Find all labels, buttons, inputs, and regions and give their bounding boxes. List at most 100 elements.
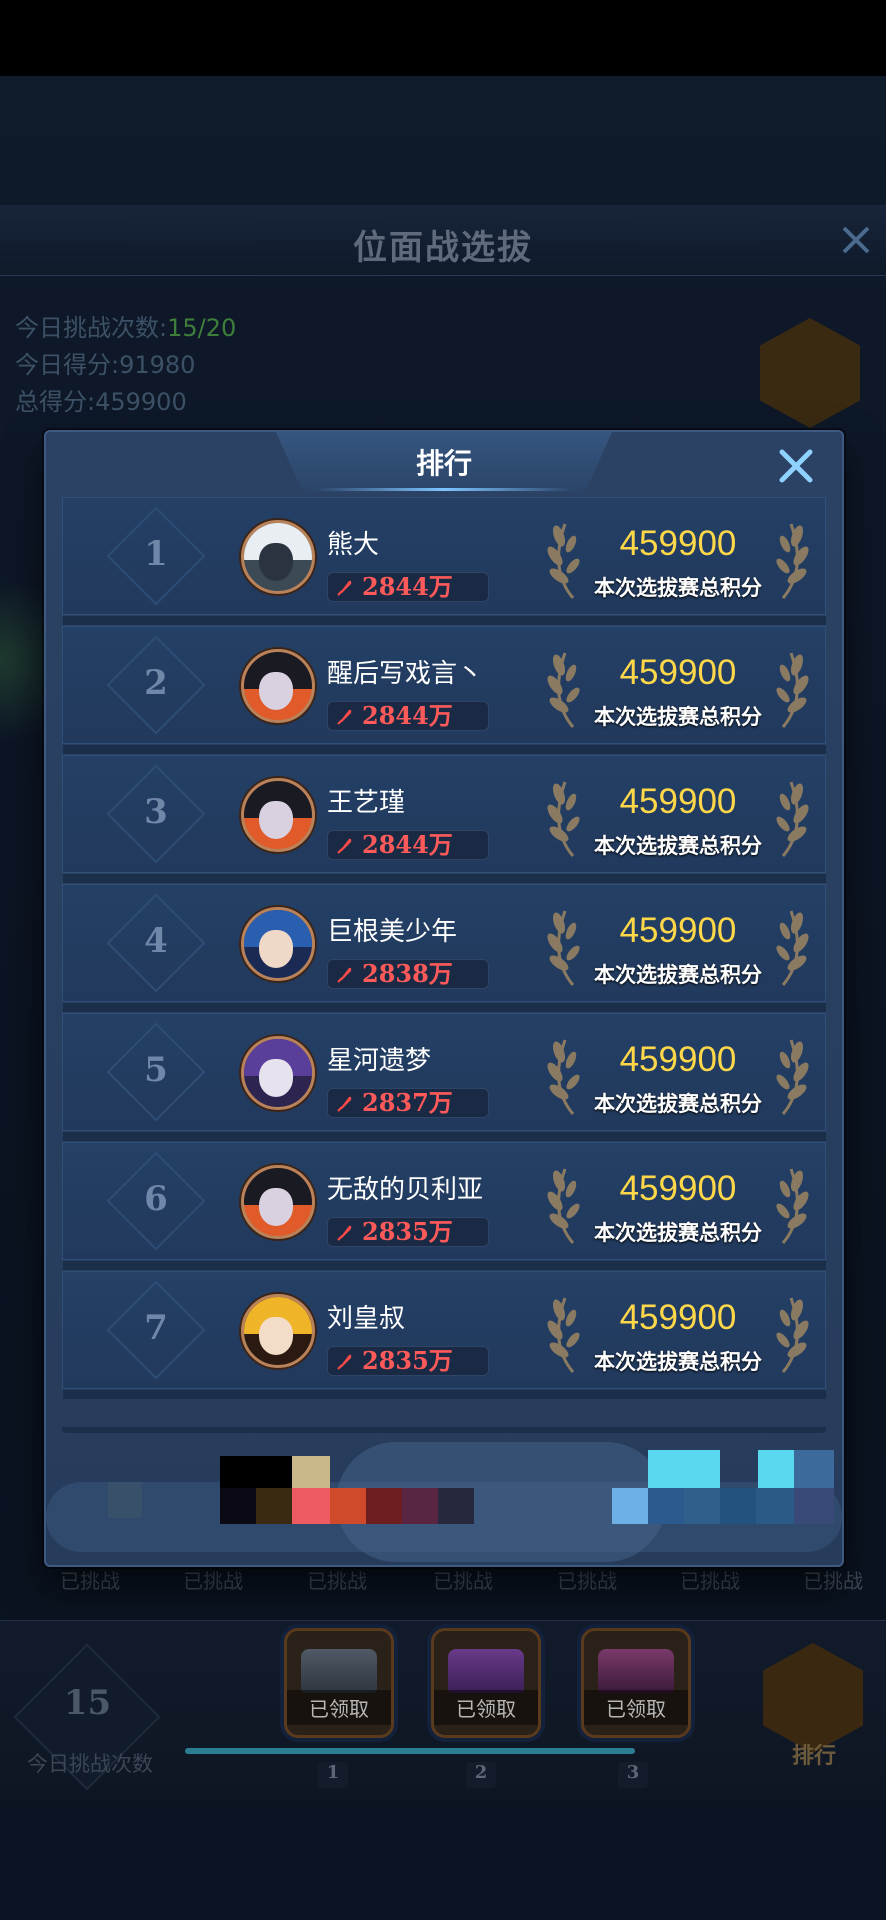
rank-row[interactable]: 7 刘皇叔 2835万 459900 本次选拔赛总积分 [62, 1271, 826, 1399]
score-value: 459900 [619, 524, 737, 563]
reward-chest-1[interactable]: 已领取 [284, 1628, 394, 1738]
player-name: 醒后写戏言丶 [327, 659, 484, 689]
player-name: 巨根美少年 [327, 917, 458, 947]
power-badge: 2844万 [327, 830, 489, 860]
score-label: 本次选拔赛总积分 [594, 962, 762, 987]
close-icon[interactable] [776, 446, 816, 486]
modal-title: 排行 [415, 447, 472, 480]
censor-pixel [330, 1488, 366, 1524]
rank-number: 4 [144, 921, 168, 961]
censor-pixel [720, 1488, 756, 1524]
censor-pixel [438, 1488, 474, 1524]
rank-row[interactable]: 4 巨根美少年 2838万 459900 本次选拔赛总积分 [62, 884, 826, 1012]
ranking-modal: 排行 1 熊大 2844万 459900 本次选拔赛总积分 2 醒后写戏言丶 2… [44, 430, 844, 1567]
daily-count-label: 今日挑战次数 [27, 1752, 153, 1776]
chest-status: 已领取 [584, 1690, 688, 1725]
rank-row[interactable]: 3 王艺瑾 2844万 459900 本次选拔赛总积分 [62, 755, 826, 883]
censor-pixel [220, 1456, 292, 1488]
reward-chest-3[interactable]: 已领取 [581, 1628, 691, 1738]
stat-today-score: 今日得分:91980 [15, 351, 196, 379]
score-value: 459900 [619, 911, 737, 950]
censor-pixel [108, 1482, 142, 1518]
score-value: 459900 [619, 782, 737, 821]
chest-status: 已领取 [287, 1690, 391, 1725]
milestone-marker: 2 [466, 1762, 496, 1788]
avatar[interactable] [241, 1294, 315, 1368]
censor-pixel [256, 1488, 292, 1524]
power-feather-icon [337, 967, 352, 983]
challenged-label: 已挑战 [680, 1569, 740, 1593]
treasure-chest-icon [301, 1649, 377, 1693]
power-badge: 2844万 [327, 701, 489, 731]
milestone-marker: 3 [618, 1762, 648, 1788]
reward-progress-bar [185, 1748, 635, 1754]
row-divider [63, 1261, 826, 1270]
score-label: 本次选拔赛总积分 [594, 1091, 762, 1116]
score-label: 本次选拔赛总积分 [594, 1220, 762, 1245]
avatar-face [258, 1188, 293, 1226]
row-divider [63, 616, 826, 625]
power-badge: 2837万 [327, 1088, 489, 1118]
rank-row[interactable]: 1 熊大 2844万 459900 本次选拔赛总积分 [62, 497, 826, 625]
score-value: 459900 [619, 1040, 737, 1079]
censor-pixel [402, 1488, 438, 1524]
rank-number: 1 [144, 534, 168, 574]
avatar[interactable] [241, 1165, 315, 1239]
avatar[interactable] [241, 649, 315, 723]
player-name: 无敌的贝利亚 [327, 1175, 484, 1205]
treasure-chest-icon [448, 1649, 524, 1693]
row-divider [63, 874, 826, 883]
power-badge: 2835万 [327, 1346, 489, 1376]
censor-pixel [220, 1488, 256, 1524]
power-value: 2844万 [362, 830, 453, 859]
avatar[interactable] [241, 778, 315, 852]
stat-daily-attempts: 今日挑战次数:15/20 [15, 314, 237, 342]
avatar-face [258, 672, 293, 710]
treasure-chest-icon [598, 1649, 674, 1693]
censor-pixel [292, 1488, 330, 1524]
avatar-face [258, 1059, 293, 1097]
power-feather-icon [337, 580, 352, 596]
reward-chest-2[interactable]: 已领取 [431, 1628, 541, 1738]
censor-pixel [756, 1488, 794, 1524]
daily-count-value: 15 [63, 1683, 112, 1723]
player-name: 熊大 [327, 530, 380, 560]
challenged-label: 已挑战 [557, 1569, 617, 1593]
ranking-list[interactable]: 1 熊大 2844万 459900 本次选拔赛总积分 2 醒后写戏言丶 2844… [62, 497, 826, 1427]
power-value: 2837万 [362, 1088, 453, 1117]
modal-header-glow [316, 488, 572, 491]
background-stats: 今日挑战次数:15/20 今日得分:91980 总得分:459900 [15, 310, 236, 421]
censor-pixel [612, 1488, 648, 1524]
censor-pixel [366, 1488, 402, 1524]
milestone-marker: 1 [318, 1762, 348, 1788]
score-value: 459900 [619, 1169, 737, 1208]
avatar-face [258, 1317, 293, 1355]
avatar-face [258, 801, 293, 839]
player-name: 王艺瑾 [327, 788, 406, 818]
censor-pixel [292, 1456, 330, 1488]
player-name: 刘皇叔 [327, 1304, 406, 1334]
censor-pixel [794, 1488, 834, 1524]
score-value: 459900 [619, 1298, 737, 1337]
power-feather-icon [337, 1096, 352, 1112]
power-badge: 2844万 [327, 572, 489, 602]
rank-row[interactable]: 5 星河遗梦 2837万 459900 本次选拔赛总积分 [62, 1013, 826, 1141]
censor-pixel [648, 1488, 684, 1524]
rank-row[interactable]: 2 醒后写戏言丶 2844万 459900 本次选拔赛总积分 [62, 626, 826, 754]
player-name: 星河遗梦 [327, 1046, 432, 1076]
avatar-face [258, 930, 293, 968]
avatar[interactable] [241, 907, 315, 981]
avatar[interactable] [241, 520, 315, 594]
row-divider [63, 745, 826, 754]
rank-number: 6 [144, 1179, 168, 1219]
avatar[interactable] [241, 1036, 315, 1110]
challenged-label: 已挑战 [307, 1569, 367, 1593]
stat-total-score: 总得分:459900 [15, 388, 187, 416]
status-bar [0, 0, 886, 76]
score-value: 459900 [619, 653, 737, 692]
background-close-icon[interactable] [838, 222, 874, 258]
power-value: 2835万 [362, 1346, 453, 1375]
ranking-button-label[interactable]: 排行 [770, 1738, 858, 1770]
row-divider [63, 1390, 826, 1399]
rank-row[interactable]: 6 无敌的贝利亚 2835万 459900 本次选拔赛总积分 [62, 1142, 826, 1270]
